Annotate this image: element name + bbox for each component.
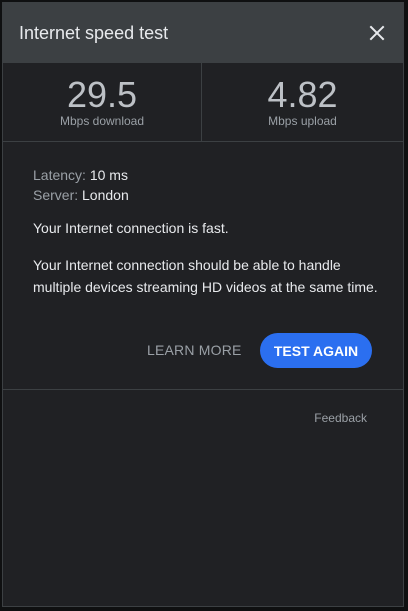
latency-label: Latency:	[33, 167, 86, 183]
speed-results: 29.5 Mbps download 4.82 Mbps upload	[3, 63, 403, 142]
close-icon	[369, 25, 385, 41]
test-again-button[interactable]: TEST AGAIN	[260, 333, 372, 368]
learn-more-link[interactable]: LEARN MORE	[147, 342, 242, 358]
speed-test-dialog: Internet speed test 29.5 Mbps download 4…	[2, 2, 404, 607]
close-button[interactable]	[361, 17, 393, 49]
server-label: Server:	[33, 187, 79, 203]
connection-summary: Your Internet connection is fast.	[33, 220, 229, 236]
upload-speed-value: 4.82	[267, 74, 338, 115]
latency-value: 10 ms	[89, 167, 128, 183]
dialog-title: Internet speed test	[19, 23, 169, 43]
server-row: Server: London	[33, 185, 383, 205]
connection-description: Your Internet connection should be able …	[33, 257, 378, 295]
footer-divider	[3, 389, 403, 390]
download-result: 29.5 Mbps download	[3, 63, 202, 141]
upload-result: 4.82 Mbps upload	[202, 63, 403, 141]
feedback-link[interactable]: Feedback	[314, 411, 367, 425]
latency-row: Latency: 10 ms	[33, 165, 383, 185]
upload-speed-unit: Mbps upload	[268, 114, 337, 128]
connection-details: Latency: 10 ms Server: London	[33, 165, 383, 205]
dialog-header: Internet speed test	[3, 3, 403, 63]
server-value: London	[82, 187, 129, 203]
download-speed-unit: Mbps download	[59, 114, 145, 128]
download-speed-value: 29.5	[66, 74, 138, 115]
